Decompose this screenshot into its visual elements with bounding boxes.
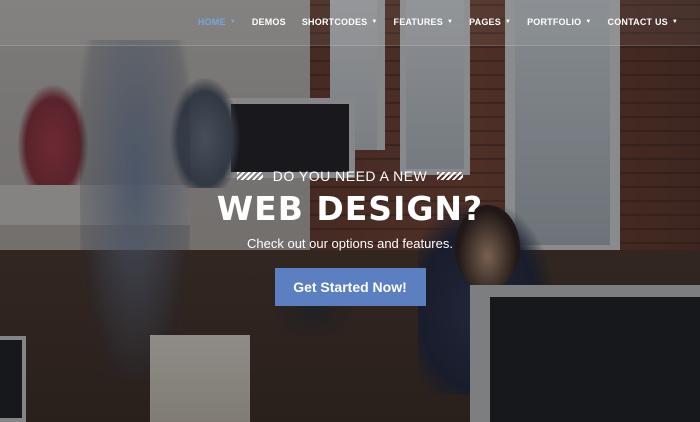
hero-kicker-text: DO YOU NEED A NEW (272, 168, 428, 184)
hero-kicker: DO YOU NEED A NEW (0, 168, 700, 184)
nav-item-portfolio[interactable]: PORTFOLIO ▼ (519, 0, 599, 44)
hero-content: DO YOU NEED A NEW WEB DESIGN? Check out … (0, 168, 700, 306)
stripe-decoration-icon (437, 172, 464, 180)
chevron-down-icon: ▼ (585, 19, 592, 25)
nav-item-contact-us[interactable]: CONTACT US ▼ (600, 0, 686, 44)
nav-item-label: PAGES (469, 17, 501, 27)
hero-section: HOME ▼ DEMOS SHORTCODES ▼ FEATURES ▼ PAG… (0, 0, 700, 422)
nav-item-label: DEMOS (251, 17, 286, 27)
stripe-decoration-icon (236, 172, 263, 180)
nav-item-home[interactable]: HOME ▼ (190, 0, 244, 44)
nav-item-label: CONTACT US (607, 17, 668, 27)
chevron-down-icon: ▼ (371, 19, 378, 25)
main-menu: HOME ▼ DEMOS SHORTCODES ▼ FEATURES ▼ PAG… (190, 0, 686, 44)
chevron-down-icon: ▼ (671, 19, 678, 25)
nav-item-label: FEATURES (393, 17, 443, 27)
top-navbar: HOME ▼ DEMOS SHORTCODES ▼ FEATURES ▼ PAG… (0, 0, 700, 46)
chevron-down-icon: ▼ (446, 19, 454, 25)
nav-item-demos[interactable]: DEMOS (244, 0, 294, 44)
get-started-button[interactable]: Get Started Now! (274, 268, 426, 306)
hero-subline: Check out our options and features. (247, 236, 453, 251)
nav-item-features[interactable]: FEATURES ▼ (386, 0, 462, 44)
nav-item-pages[interactable]: PAGES ▼ (461, 0, 519, 44)
nav-item-label: PORTFOLIO (527, 17, 582, 27)
nav-item-label: HOME (197, 17, 226, 27)
nav-item-shortcodes[interactable]: SHORTCODES ▼ (294, 0, 386, 44)
hero-headline: WEB DESIGN? (216, 189, 484, 228)
chevron-down-icon: ▼ (229, 19, 236, 25)
chevron-down-icon: ▼ (504, 19, 512, 25)
nav-item-label: SHORTCODES (301, 17, 368, 27)
